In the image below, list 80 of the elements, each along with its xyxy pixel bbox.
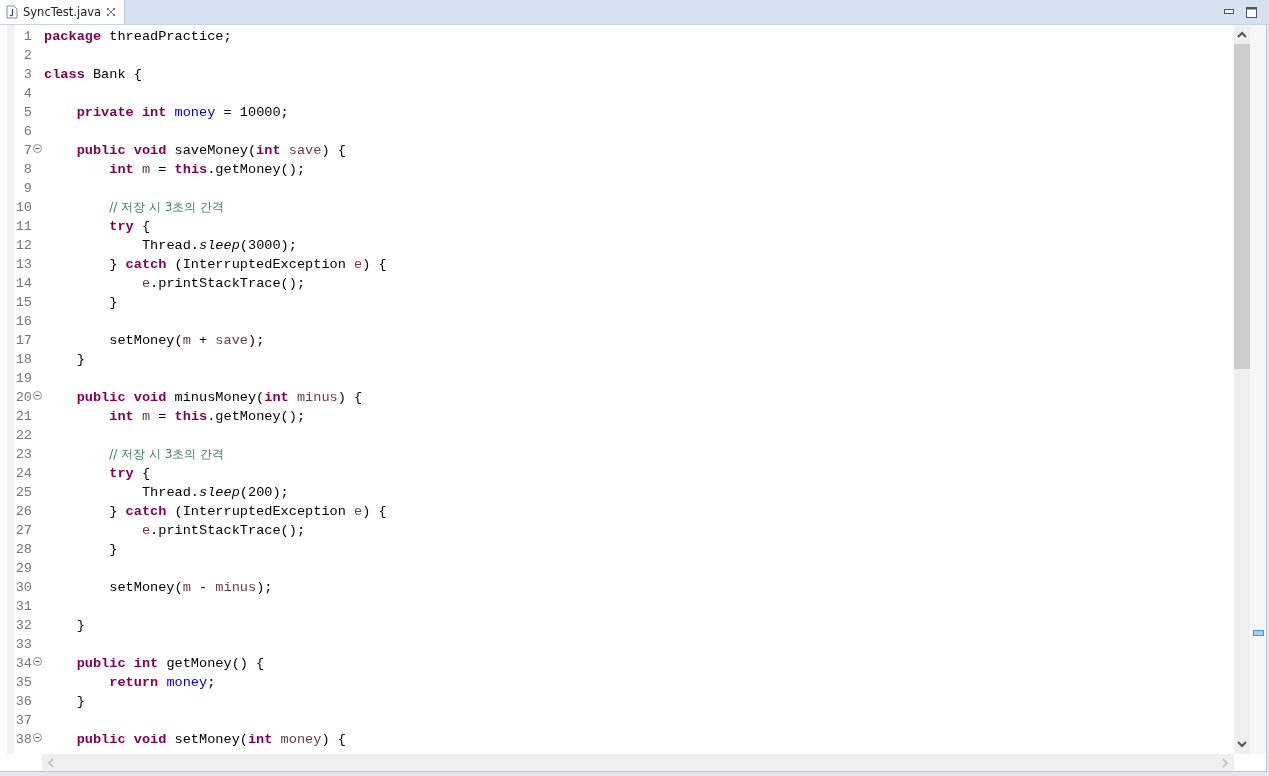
line-number: 22 [14, 428, 32, 443]
line-number: 3 [22, 67, 32, 82]
line-number: 1 [22, 29, 32, 44]
code-line: e.printStackTrace(); [140, 523, 306, 538]
line-number: 6 [22, 124, 32, 139]
maximize-icon[interactable] [1246, 6, 1257, 18]
editor-tab[interactable]: SyncTest.java [0, 0, 126, 24]
code-line: Thread.sleep(200); [140, 485, 289, 500]
code-line: } [75, 352, 85, 367]
line-number: 25 [14, 485, 32, 500]
fold-minus-icon[interactable] [33, 733, 42, 742]
scroll-up-icon[interactable] [1237, 31, 1247, 38]
line-number: 37 [14, 713, 32, 728]
vertical-scrollbar[interactable] [1234, 25, 1250, 754]
line-number: 4 [22, 86, 32, 101]
line-number: 35 [14, 675, 32, 690]
code-line: int m = this.getMoney(); [108, 409, 306, 424]
code-line: // 저장 시 3초의 간격 [108, 446, 225, 463]
code-line: package threadPractice; [44, 29, 232, 44]
minimize-icon[interactable] [1224, 9, 1234, 15]
overview-marker[interactable] [1253, 630, 1264, 636]
line-number: 20 [14, 390, 32, 405]
line-number: 14 [14, 276, 32, 291]
line-number: 29 [14, 561, 32, 576]
line-number: 13 [14, 257, 32, 272]
line-number: 17 [14, 333, 32, 348]
line-number: 7 [22, 143, 32, 158]
line-number: 2 [22, 48, 32, 63]
code-line: } [75, 618, 85, 633]
close-icon[interactable] [106, 7, 117, 17]
scrollbar-thumb[interactable] [1234, 44, 1250, 369]
code-line: } catch (InterruptedException e) { [108, 504, 387, 519]
line-number: 15 [14, 295, 32, 310]
line-number: 28 [14, 542, 32, 557]
code-line: try { [108, 466, 151, 481]
line-number: 33 [14, 637, 32, 652]
code-line: } catch (InterruptedException e) { [108, 257, 387, 272]
code-line: class Bank { [44, 67, 142, 82]
line-number: 11 [14, 219, 32, 234]
line-number: 16 [14, 314, 32, 329]
code-line: try { [108, 219, 151, 234]
line-number: 32 [14, 618, 32, 633]
java-file-icon [6, 5, 18, 19]
line-number: 34 [14, 656, 32, 671]
code-line: private int money = 10000; [75, 105, 289, 120]
code-line: return money; [108, 675, 216, 690]
code-line: e.printStackTrace(); [140, 276, 306, 291]
code-line: } [75, 694, 85, 709]
line-number: 5 [22, 105, 32, 120]
line-number: 8 [22, 162, 32, 177]
line-number: 19 [14, 371, 32, 386]
scroll-down-icon[interactable] [1237, 741, 1247, 748]
code-line: public int getMoney() { [75, 656, 265, 671]
line-number: 36 [14, 694, 32, 709]
code-line: int m = this.getMoney(); [108, 162, 306, 177]
code-line: public void minusMoney(int minus) { [75, 390, 363, 405]
line-number: 10 [14, 200, 32, 215]
code-line: } [108, 295, 118, 310]
line-number: 27 [14, 523, 32, 538]
line-number: 18 [14, 352, 32, 367]
fold-minus-icon[interactable] [33, 144, 42, 153]
code-line: public void saveMoney(int save) { [75, 143, 346, 158]
code-line: setMoney(m + save); [108, 333, 265, 348]
line-number: 31 [14, 599, 32, 614]
tab-title: SyncTest.java [23, 5, 102, 19]
line-number: 38 [14, 732, 32, 747]
fold-minus-icon[interactable] [33, 391, 42, 400]
line-number: 23 [14, 447, 32, 462]
line-number: 24 [14, 466, 32, 481]
code-line: } [108, 542, 118, 557]
line-number: 21 [14, 409, 32, 424]
line-number: 26 [14, 504, 32, 519]
line-number: 30 [14, 580, 32, 595]
code-line: Thread.sleep(3000); [140, 238, 297, 253]
code-line: setMoney(m - minus); [108, 580, 273, 595]
line-number: 12 [14, 238, 32, 253]
line-number: 9 [22, 181, 32, 196]
code-line: // 저장 시 3초의 간격 [108, 199, 225, 216]
code-line: public void setMoney(int money) { [75, 732, 346, 747]
fold-minus-icon[interactable] [33, 657, 42, 666]
